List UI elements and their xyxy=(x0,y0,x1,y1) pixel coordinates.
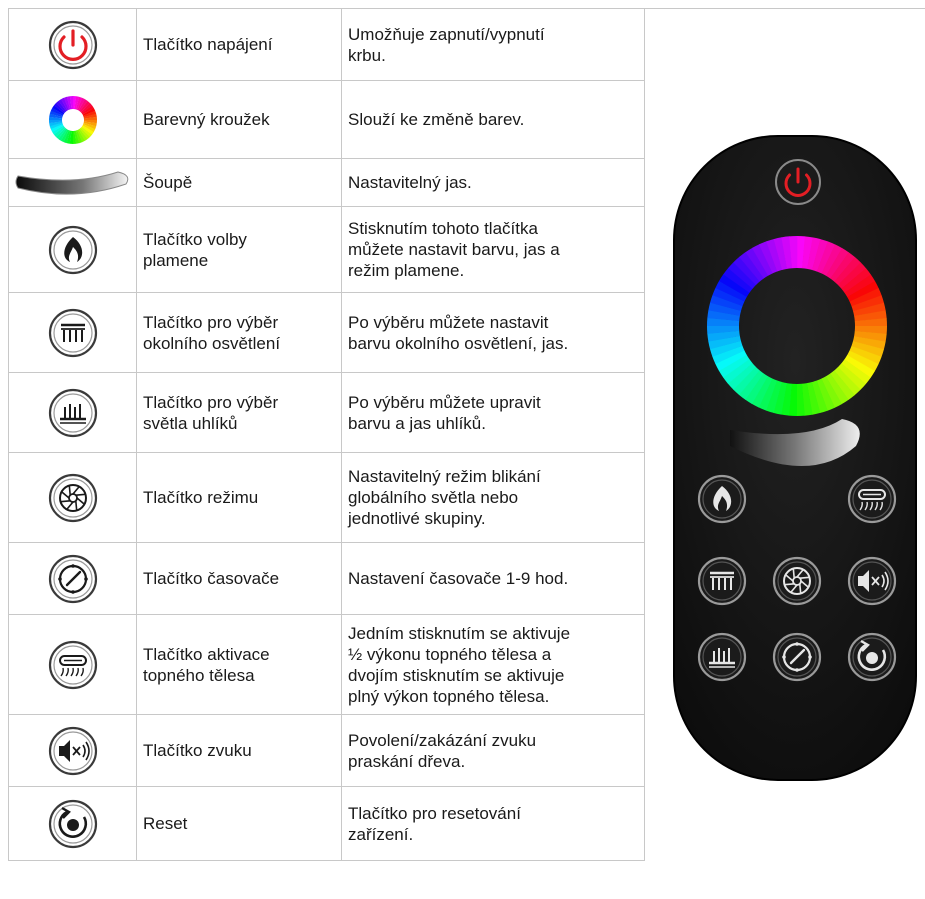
table-row: Tlačítko režimu Nastavitelný režim blikán… xyxy=(8,452,645,543)
button-description: Nastavitelný jas. xyxy=(348,173,472,192)
button-name: Tlačítko napájení xyxy=(143,35,273,54)
remote-heater-icon xyxy=(847,474,897,524)
spec-table-body: Tlačítko napájení Umožňuje zapnutí/vypnut… xyxy=(8,8,645,861)
button-spec-table: Tlačítko napájení Umožňuje zapnutí/vypnut… xyxy=(8,8,645,861)
button-name: Reset xyxy=(143,814,188,833)
button-description: Po výběru můžete upravit barvu a jas uhl… xyxy=(348,392,541,433)
icon-cell xyxy=(8,372,137,453)
icon-cell xyxy=(8,786,137,861)
icon-cell xyxy=(8,614,137,715)
button-name: Tlačítko zvuku xyxy=(143,741,252,760)
remote-reset-icon xyxy=(847,632,897,682)
button-name-cell: Tlačítko režimu xyxy=(136,452,342,543)
sound-icon xyxy=(9,725,136,777)
button-name-cell: Reset xyxy=(136,786,342,861)
button-description-cell: Jedním stisknutím se aktivuje ½ výkonu t… xyxy=(341,614,645,715)
power-icon xyxy=(9,19,136,71)
button-description: Nastavitelný režim blikání globálního sv… xyxy=(348,467,541,528)
remote-flame-icon xyxy=(697,474,747,524)
button-description-cell: Slouží ke změně barev. xyxy=(341,80,645,159)
table-row: Tlačítko napájení Umožňuje zapnutí/vypnut… xyxy=(8,8,645,81)
button-name-cell: Tlačítko pro výběr okolního osvětlení xyxy=(136,292,342,373)
button-description: Jedním stisknutím se aktivuje ½ výkonu t… xyxy=(348,623,571,706)
table-row: Tlačítko zvuku Povolení/zakázání zvuku pr… xyxy=(8,714,645,787)
button-name: Tlačítko časovače xyxy=(143,569,280,588)
button-name: Šoupě xyxy=(143,173,193,192)
ambient-light-icon xyxy=(9,307,136,359)
icon-cell xyxy=(8,206,137,293)
button-name-cell: Barevný kroužek xyxy=(136,80,342,159)
timer-icon xyxy=(9,553,136,605)
icon-cell xyxy=(8,542,137,615)
button-description: Umožňuje zapnutí/vypnutí krbu. xyxy=(348,24,545,65)
button-description-cell: Po výběru můžete nastavit barvu okolního… xyxy=(341,292,645,373)
icon-cell xyxy=(8,80,137,159)
icon-cell xyxy=(8,292,137,373)
button-description: Tlačítko pro resetování zařízení. xyxy=(348,803,521,844)
table-row: Šoupě Nastavitelný jas. xyxy=(8,158,645,207)
button-description: Povolení/zakázání zvuku praskání dřeva. xyxy=(348,730,537,771)
icon-cell xyxy=(8,158,137,207)
table-row: Tlačítko pro výběr světla uhlíků Po výběr… xyxy=(8,372,645,453)
remote-timer-icon xyxy=(772,632,822,682)
remote-mode-wheel-icon xyxy=(772,556,822,606)
remote-sound-icon xyxy=(847,556,897,606)
button-description: Po výběru můžete nastavit barvu okolního… xyxy=(348,312,569,353)
button-name: Tlačítko pro výběr okolního osvětlení xyxy=(143,312,281,353)
table-row: Tlačítko časovače Nastavení časovače 1-9 … xyxy=(8,542,645,615)
button-name: Tlačítko aktivace topného tělesa xyxy=(143,644,270,685)
top-divider xyxy=(644,8,925,9)
button-name: Tlačítko režimu xyxy=(143,488,259,507)
table-row: Tlačítko aktivace topného tělesa Jedním s… xyxy=(8,614,645,715)
button-description-cell: Nastavitelný režim blikání globálního sv… xyxy=(341,452,645,543)
button-name-cell: Tlačítko volby plamene xyxy=(136,206,342,293)
button-description-cell: Nastavení časovače 1-9 hod. xyxy=(341,542,645,615)
remote-control-image xyxy=(672,134,918,782)
ember-light-icon xyxy=(9,387,136,439)
button-name-cell: Tlačítko časovače xyxy=(136,542,342,615)
button-description-cell: Povolení/zakázání zvuku praskání dřeva. xyxy=(341,714,645,787)
flame-icon xyxy=(9,224,136,276)
reset-icon xyxy=(9,798,136,850)
button-description: Stisknutím tohoto tlačítka můžete nastav… xyxy=(348,219,560,280)
button-name: Tlačítko volby plamene xyxy=(143,229,247,270)
table-row: Reset Tlačítko pro resetování zařízení. xyxy=(8,786,645,861)
button-name: Tlačítko pro výběr světla uhlíků xyxy=(143,392,279,433)
manual-page: Tlačítko napájení Umožňuje zapnutí/vypnut… xyxy=(0,0,925,899)
button-description-cell: Umožňuje zapnutí/vypnutí krbu. xyxy=(341,8,645,81)
remote-power-icon xyxy=(775,159,821,205)
button-name-cell: Tlačítko aktivace topného tělesa xyxy=(136,614,342,715)
button-name: Barevný kroužek xyxy=(143,110,270,129)
icon-cell xyxy=(8,8,137,81)
remote-ambient-light-icon xyxy=(697,556,747,606)
table-row: Tlačítko pro výběr okolního osvětlení Po … xyxy=(8,292,645,373)
slider-icon xyxy=(9,166,136,200)
button-name-cell: Šoupě xyxy=(136,158,342,207)
button-name-cell: Tlačítko napájení xyxy=(136,8,342,81)
heater-icon xyxy=(9,639,136,691)
color-ring-icon xyxy=(9,94,136,146)
button-name-cell: Tlačítko zvuku xyxy=(136,714,342,787)
table-row: Barevný kroužek Slouží ke změně barev. xyxy=(8,80,645,159)
button-description: Nastavení časovače 1-9 hod. xyxy=(348,569,569,588)
table-row: Tlačítko volby plamene Stisknutím tohoto … xyxy=(8,206,645,293)
remote-control-drawing xyxy=(673,135,917,781)
mode-wheel-icon xyxy=(9,472,136,524)
button-description-cell: Stisknutím tohoto tlačítka můžete nastav… xyxy=(341,206,645,293)
button-description-cell: Po výběru můžete upravit barvu a jas uhl… xyxy=(341,372,645,453)
icon-cell xyxy=(8,452,137,543)
button-description-cell: Tlačítko pro resetování zařízení. xyxy=(341,786,645,861)
button-description-cell: Nastavitelný jas. xyxy=(341,158,645,207)
remote-ember-light-icon xyxy=(697,632,747,682)
button-description: Slouží ke změně barev. xyxy=(348,110,525,129)
button-name-cell: Tlačítko pro výběr světla uhlíků xyxy=(136,372,342,453)
icon-cell xyxy=(8,714,137,787)
